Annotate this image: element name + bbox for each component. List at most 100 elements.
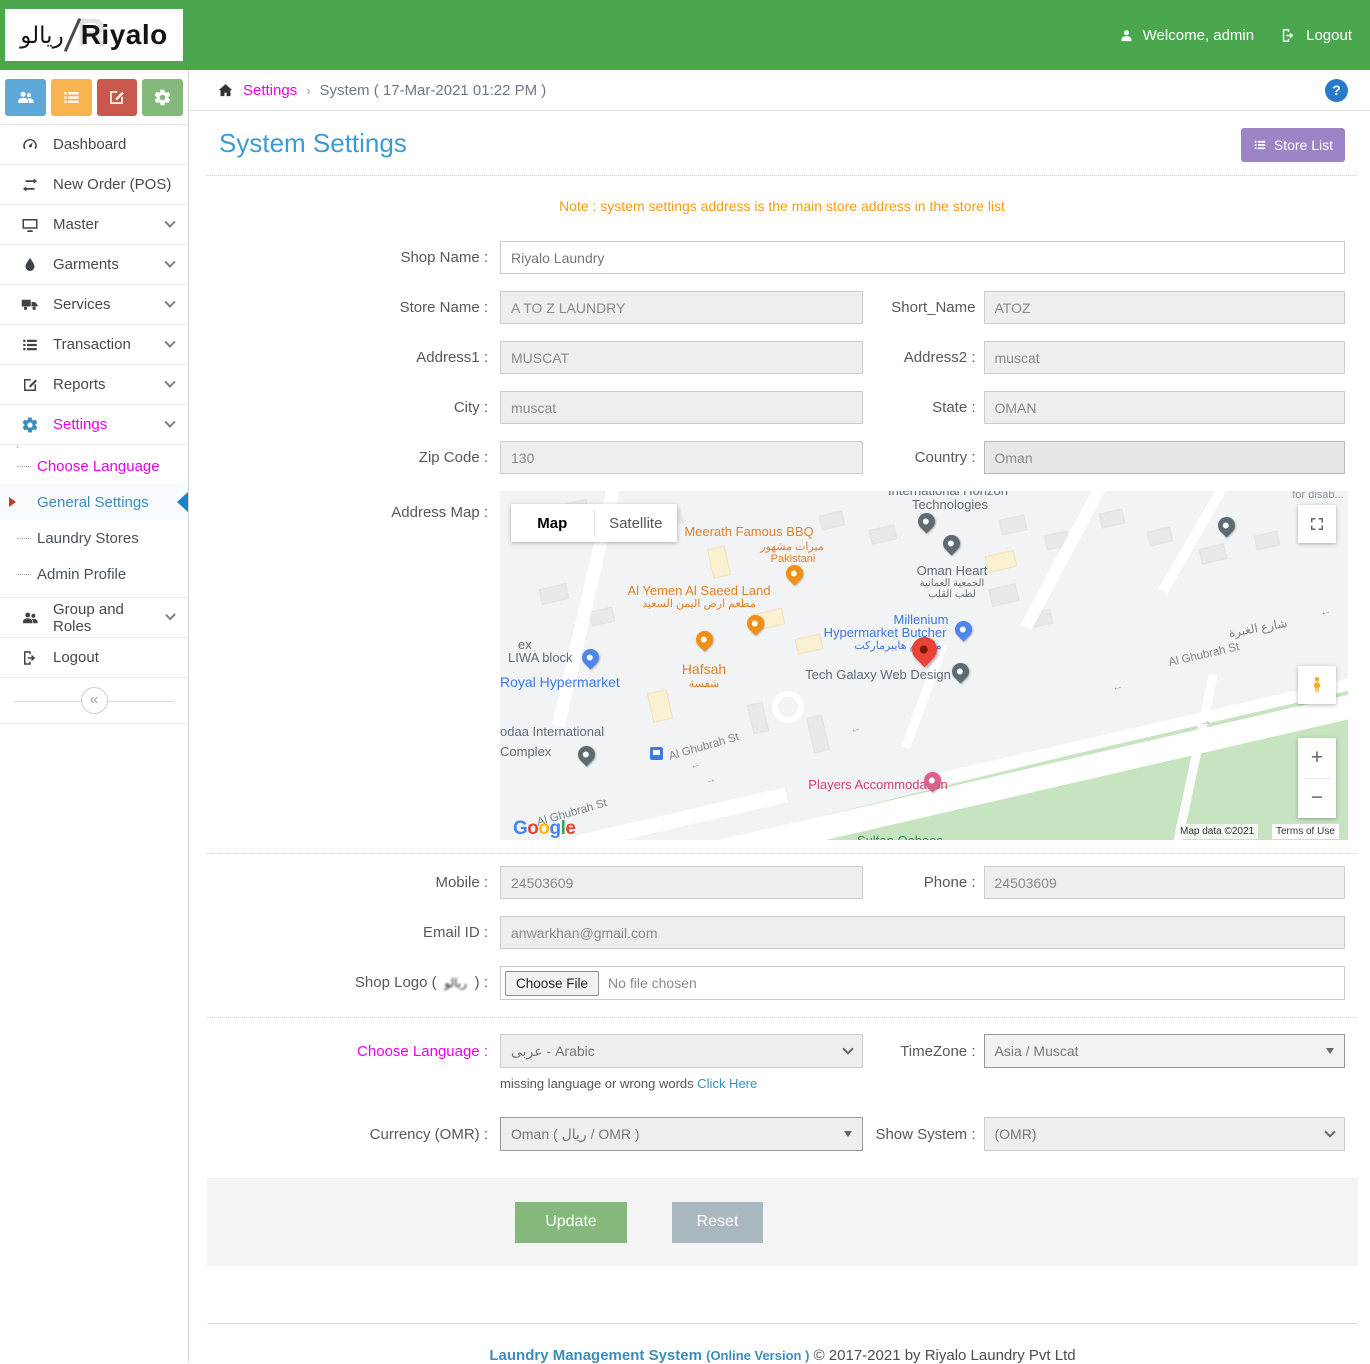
google-logo: Google [513,818,575,840]
sidebar-item-label: Master [53,216,99,233]
school-pin [939,531,963,555]
sidebar-item-transaction[interactable]: Transaction [0,325,188,365]
mobile-input [500,866,863,899]
gear-icon [21,416,39,434]
street-view-pegman[interactable] [1298,666,1336,704]
road-arrow: → [704,773,717,787]
short-name-input [984,291,1346,324]
fullscreen-button[interactable] [1298,505,1336,543]
drop-icon [21,256,39,274]
home-icon[interactable] [217,82,234,99]
shop-name-input[interactable] [500,241,1345,274]
submenu-laundry-stores[interactable]: Laundry Stores [0,520,188,556]
sidebar-item-master[interactable]: Master [0,205,188,245]
city-state-row: City : State : [219,391,1345,424]
pegman-icon [1308,676,1326,694]
no-file-text: No file chosen [608,975,697,991]
submenu-general-settings[interactable]: General Settings [0,484,188,520]
store-list-button[interactable]: Store List [1241,128,1345,162]
footer-app-name: Laundry Management System [489,1347,702,1364]
list-icon [21,336,39,354]
short-name-label: Short_Name [863,299,976,316]
currency-label: Currency (OMR) : [219,1126,488,1143]
timezone-select[interactable]: Asia / Muscat [984,1034,1346,1068]
email-label: Email ID : [219,924,488,941]
update-button[interactable]: Update [515,1202,627,1243]
footer-version: (Online Version ) [706,1348,809,1363]
submenu-admin-profile[interactable]: Admin Profile [0,556,188,592]
quick-edit-button[interactable] [97,79,138,116]
sidebar-item-label: Garments [53,256,119,273]
address2-label: Address2 : [863,349,976,366]
address-map-label: Address Map : [219,491,488,521]
logout-icon[interactable] [1280,27,1297,44]
sidebar-item-label: Reports [53,376,106,393]
file-upload-field[interactable]: Choose File No file chosen [500,966,1345,1000]
sidebar-item-label: Group and Roles [53,601,153,635]
divider [207,175,1357,176]
zoom-in-button[interactable]: + [1298,738,1336,778]
timezone-label: TimeZone : [863,1043,976,1060]
breadcrumb-settings[interactable]: Settings [243,82,297,99]
sidebar-item-garments[interactable]: Garments [0,245,188,285]
monitor-icon [21,216,39,234]
dashboard-icon [21,136,39,154]
quick-list-button[interactable] [51,79,92,116]
brand-logo[interactable]: R ريالو Riyalo [5,9,183,61]
submenu-choose-language[interactable]: Choose Language [0,448,188,484]
map-label-al-yemen: Al Yemen Al Saeed Land [627,583,770,598]
report-edit-icon [21,376,39,394]
header-logout-link[interactable]: Logout [1306,27,1352,44]
country-input [984,441,1346,474]
map-label-pakistani: Pakistani [771,553,816,565]
click-here-link[interactable]: Click Here [697,1076,757,1091]
help-button[interactable]: ? [1325,79,1348,102]
chevron-down-icon [165,609,176,620]
truck-icon [21,296,39,314]
breadcrumb-page: System ( 17-Mar-2021 01:22 PM ) [320,82,547,99]
choose-file-button[interactable]: Choose File [505,971,599,996]
poi-pin [948,659,972,683]
zip-label: Zip Code : [219,449,488,466]
sidebar-item-services[interactable]: Services [0,285,188,325]
zoom-out-button[interactable]: − [1298,779,1336,819]
road-arrow: ← [1111,680,1124,694]
sidebar-collapse-button[interactable]: « [81,687,108,714]
choose-language-label: Choose Language : [219,1043,488,1060]
users-icon [21,609,39,627]
road-arrow: ← [689,758,702,772]
quick-access-row [0,70,188,125]
chevron-down-icon [164,296,175,307]
terms-of-use-link[interactable]: Terms of Use [1272,824,1339,839]
sidebar-item-dashboard[interactable]: Dashboard [0,125,188,165]
poi-pin [914,509,938,533]
currency-row: Currency (OMR) : Oman ( ريال / OMR ) Sho… [219,1117,1345,1151]
user-icon [1119,28,1134,43]
map-type-satellite-button[interactable]: Satellite [595,504,678,542]
road-arrow: → [1199,715,1212,729]
sidebar-item-group-roles[interactable]: Group and Roles [0,598,188,638]
chevron-down-icon [164,416,175,427]
sidebar-item-logout[interactable]: Logout [0,638,188,678]
language-select[interactable]: عربى - Arabic [500,1034,863,1068]
brand-name: Riyalo [81,19,168,51]
map-park-area [670,656,1348,840]
show-system-select[interactable]: (OMR) [984,1117,1346,1151]
google-map[interactable]: ← → ← ← → ← International Horizon Techno… [500,491,1348,840]
map-type-map-button[interactable]: Map [511,504,594,542]
sidebar-item-reports[interactable]: Reports [0,365,188,405]
settings-submenu: Choose Language General Settings Laundry… [0,445,188,598]
map-label-liwa: LIWA block [508,650,573,665]
reset-button[interactable]: Reset [672,1202,763,1243]
currency-select[interactable]: Oman ( ريال / OMR ) [500,1117,863,1151]
map-label-tech-galaxy: Tech Galaxy Web Design [805,667,951,682]
map-label-hafsah: Hafsah [682,661,726,677]
quick-settings-button[interactable] [142,79,183,116]
quick-users-button[interactable] [5,79,46,116]
sidebar-item-settings[interactable]: Settings [0,405,188,445]
sidebar-item-new-order[interactable]: New Order (POS) [0,165,188,205]
city-label: City : [219,399,488,416]
top-bar: R ريالو Riyalo Welcome, admin Logout [0,0,1370,70]
breadcrumb: Settings › System ( 17-Mar-2021 01:22 PM… [189,70,1370,111]
email-input [500,916,1345,949]
